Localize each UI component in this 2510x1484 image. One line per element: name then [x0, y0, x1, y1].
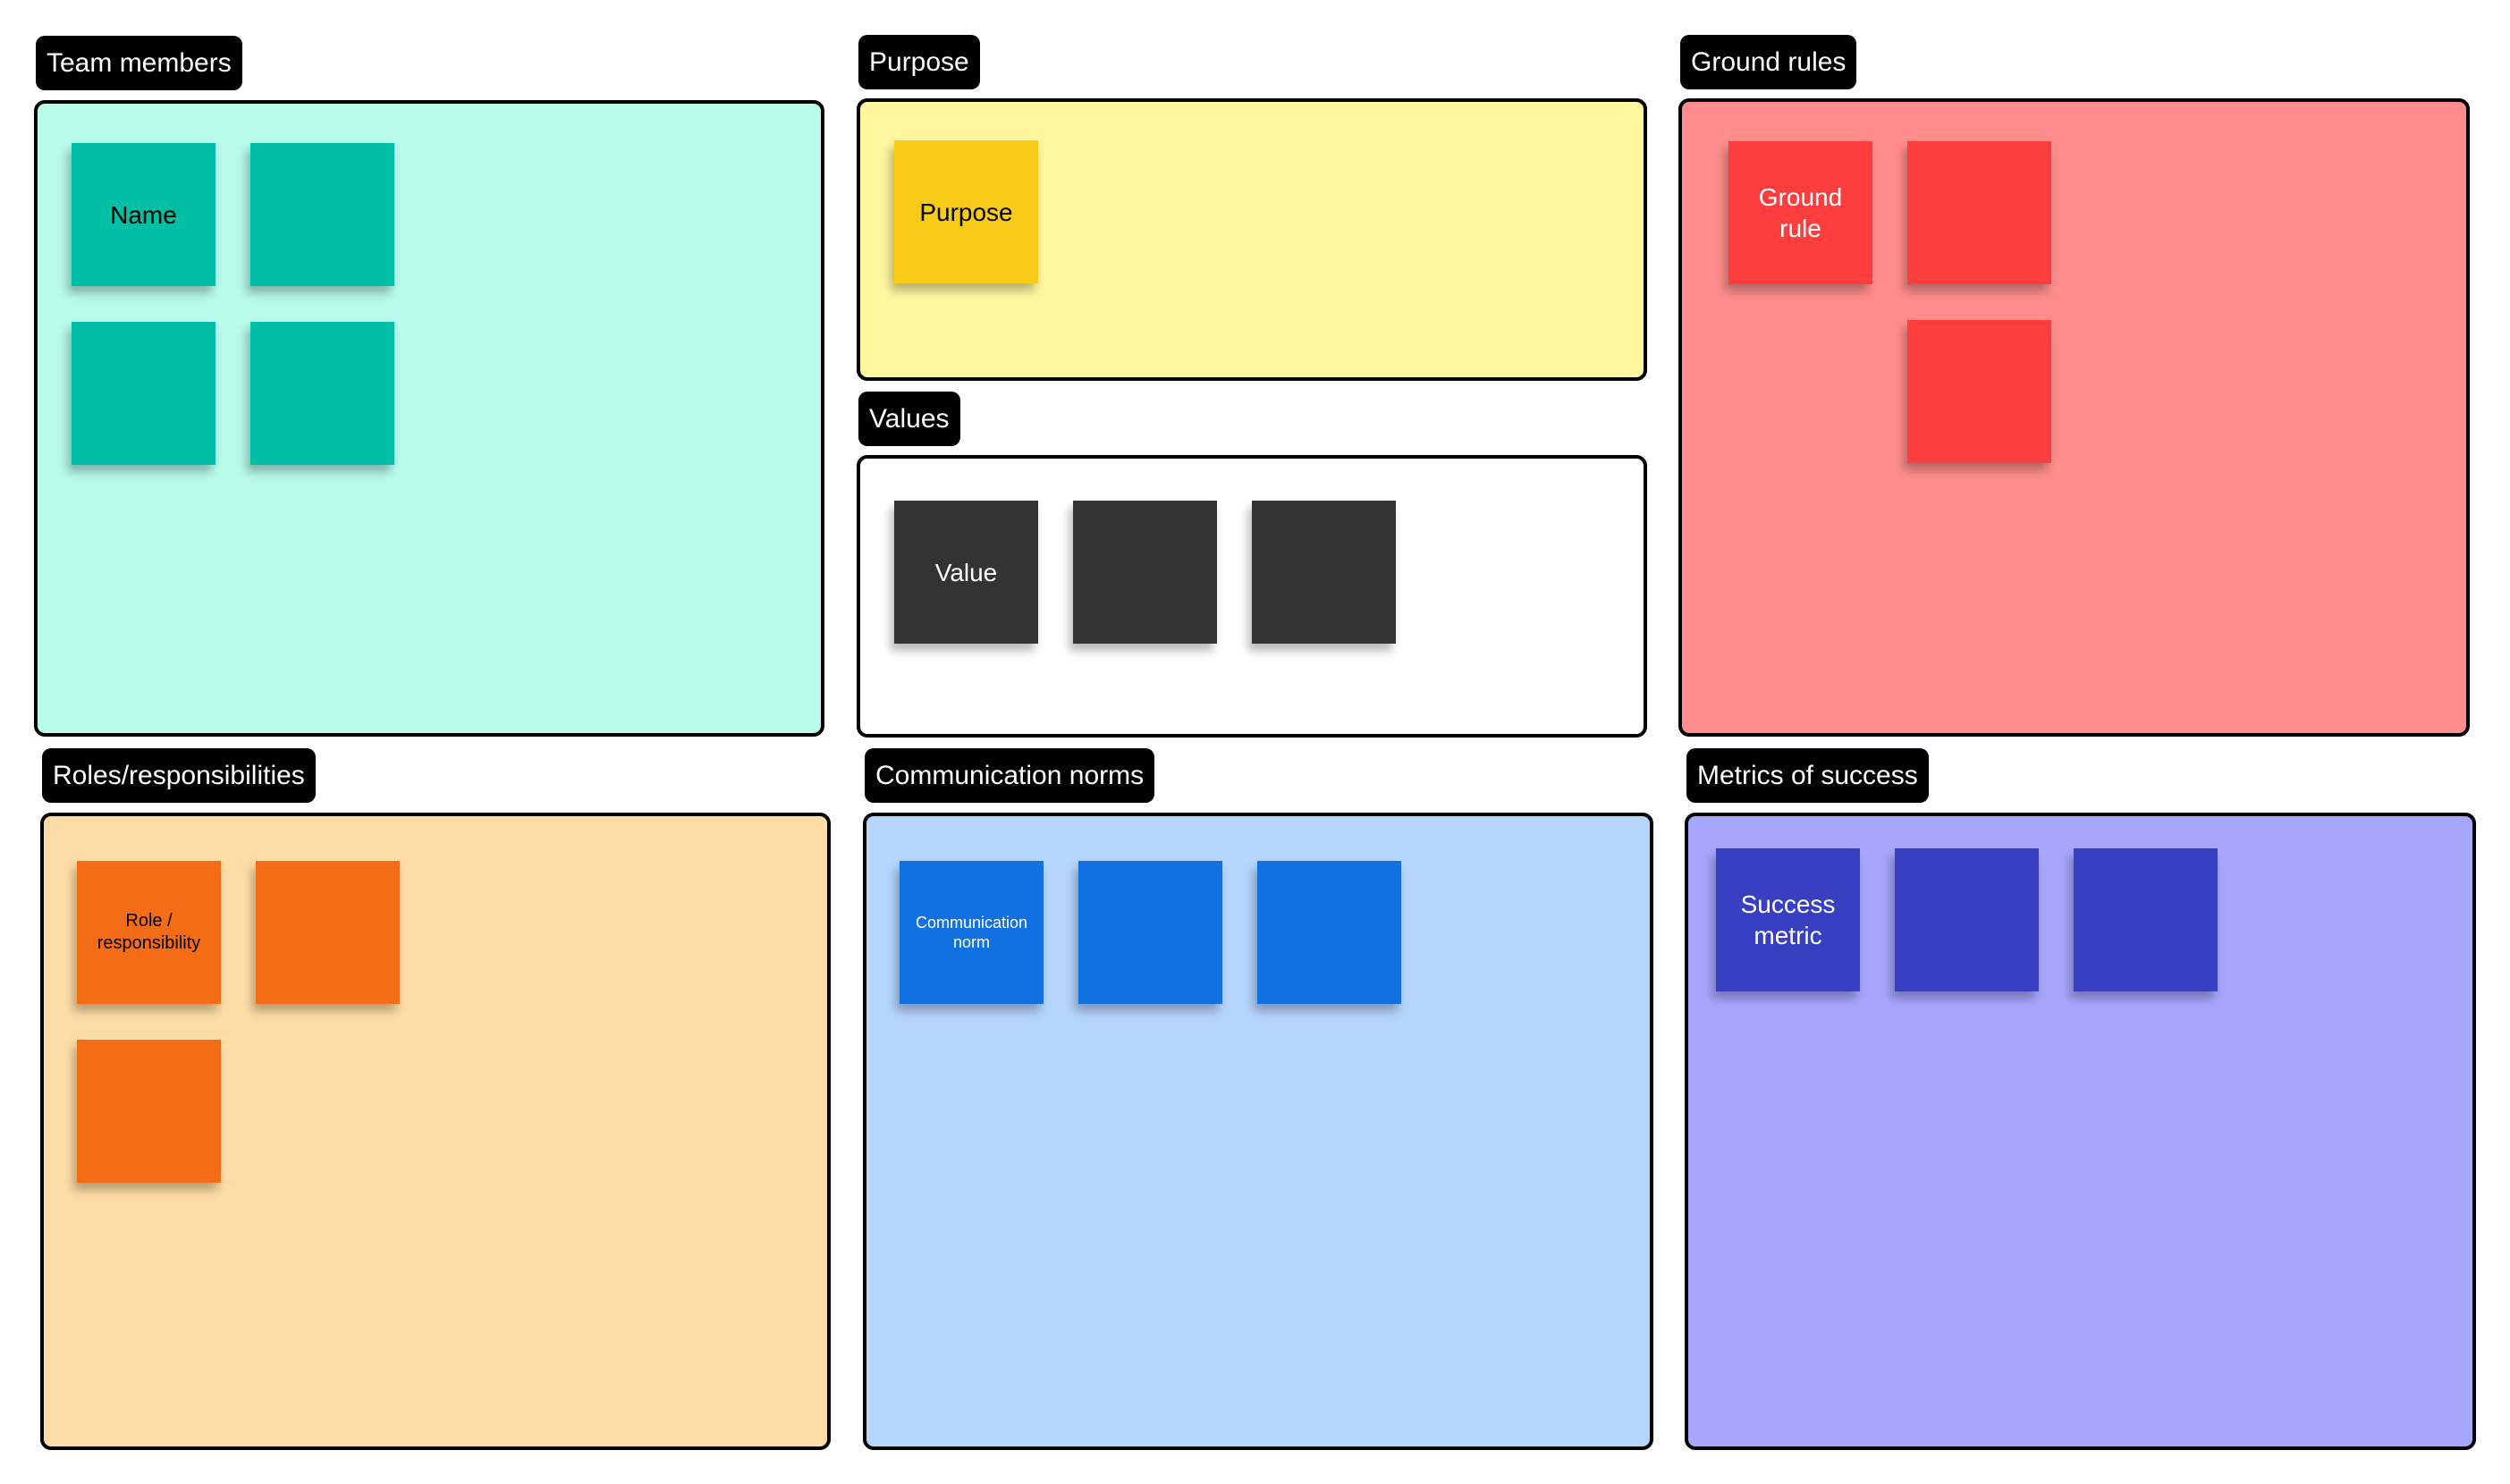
- sticky-note-success-metric[interactable]: Success metric: [1716, 848, 1860, 991]
- sticky-note-ground-rule[interactable]: Ground rule: [1728, 141, 1872, 284]
- sticky-note-blank[interactable]: [77, 1040, 221, 1183]
- sticky-note-blank[interactable]: [1073, 501, 1217, 644]
- roles-label: Roles/responsibilities: [42, 748, 316, 803]
- metrics-label: Metrics of success: [1686, 748, 1929, 803]
- communication-norms-label: Communication norms: [865, 748, 1155, 803]
- sticky-note-blank[interactable]: [1907, 141, 2051, 284]
- sticky-note-communication-norm[interactable]: Communication norm: [900, 861, 1044, 1004]
- sticky-note-blank[interactable]: [1895, 848, 2039, 991]
- sticky-note-role[interactable]: Role / responsibility: [77, 861, 221, 1004]
- sticky-note-blank[interactable]: [1078, 861, 1222, 1004]
- purpose-label: Purpose: [858, 35, 980, 89]
- team-members-label: Team members: [36, 36, 242, 90]
- sticky-note-blank[interactable]: [250, 143, 394, 286]
- sticky-note-blank[interactable]: [2074, 848, 2218, 991]
- sticky-note-blank[interactable]: [72, 322, 216, 465]
- sticky-note-value[interactable]: Value: [894, 501, 1038, 644]
- sticky-note-blank[interactable]: [1907, 320, 2051, 463]
- ground-rules-label: Ground rules: [1680, 35, 1857, 89]
- sticky-note-blank[interactable]: [1257, 861, 1401, 1004]
- values-label: Values: [858, 392, 960, 446]
- sticky-note-name[interactable]: Name: [72, 143, 216, 286]
- sticky-note-purpose[interactable]: Purpose: [894, 140, 1038, 283]
- sticky-note-blank[interactable]: [250, 322, 394, 465]
- sticky-note-blank[interactable]: [1252, 501, 1396, 644]
- sticky-note-blank[interactable]: [256, 861, 400, 1004]
